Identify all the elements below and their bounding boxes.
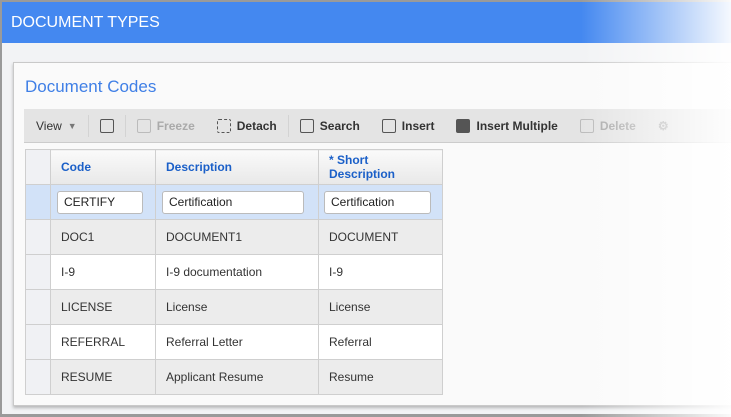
row-selector[interactable] — [25, 219, 51, 255]
table-row[interactable]: LICENSE License License — [25, 289, 443, 325]
cell-code: LICENSE — [50, 289, 156, 325]
filter-button[interactable] — [89, 109, 125, 142]
table-row[interactable]: REFERRAL Referral Letter Referral — [25, 324, 443, 360]
insert-button[interactable]: Insert — [371, 109, 446, 142]
cell-description: Applicant Resume — [155, 359, 319, 395]
search-icon — [299, 118, 314, 133]
table-row[interactable]: I-9 I-9 documentation I-9 — [25, 254, 443, 290]
cell-short-description: DOCUMENT — [318, 219, 443, 255]
column-header-short-description[interactable]: * Short Description — [318, 149, 443, 185]
page-header: DOCUMENT TYPES — [2, 2, 731, 43]
cell-description: I-9 documentation — [155, 254, 319, 290]
cell-short-description: Resume — [318, 359, 443, 395]
settings-button[interactable]: ⚙ — [647, 109, 680, 142]
delete-label: Delete — [599, 118, 636, 133]
detach-icon — [216, 118, 231, 133]
delete-button[interactable]: Delete — [569, 109, 647, 142]
search-label: Search — [319, 118, 360, 133]
cell-code: REFERRAL — [50, 324, 156, 360]
table-row[interactable]: DOC1 DOCUMENT1 DOCUMENT — [25, 219, 443, 255]
view-label: View — [36, 118, 62, 133]
freeze-label: Freeze — [156, 118, 195, 133]
row-selector[interactable] — [25, 324, 51, 360]
cell-short-description: License — [318, 289, 443, 325]
cell-code: DOC1 — [50, 219, 156, 255]
row-selector[interactable] — [25, 359, 51, 395]
insert-multiple-icon — [456, 118, 471, 133]
cell-short-description: I-9 — [318, 254, 443, 290]
code-input[interactable] — [57, 190, 143, 214]
page-title: DOCUMENT TYPES — [11, 14, 160, 31]
cell-description: License — [155, 289, 319, 325]
search-button[interactable]: Search — [289, 109, 371, 142]
document-codes-table: Code Description * Short Description DOC… — [25, 149, 443, 395]
insert-label: Insert — [401, 118, 435, 133]
freeze-icon — [136, 118, 151, 133]
cell-code: I-9 — [50, 254, 156, 290]
insert-multiple-label: Insert Multiple — [476, 118, 558, 133]
row-selector[interactable] — [25, 289, 51, 325]
short-description-input[interactable] — [324, 190, 431, 214]
column-header-code[interactable]: Code — [50, 149, 156, 185]
filter-icon — [99, 118, 114, 133]
delete-row-icon — [579, 118, 594, 133]
row-selector[interactable] — [25, 184, 51, 220]
insert-multiple-button[interactable]: Insert Multiple — [445, 109, 568, 142]
table-row[interactable]: RESUME Applicant Resume Resume — [25, 359, 443, 395]
detach-button[interactable]: Detach — [206, 109, 288, 142]
window: DOCUMENT TYPES Document Codes View ▼ Free… — [2, 2, 731, 414]
detach-label: Detach — [236, 118, 277, 133]
column-header-description[interactable]: Description — [155, 149, 319, 185]
row-selector[interactable] — [25, 254, 51, 290]
cell-code: RESUME — [50, 359, 156, 395]
cell-description: Referral Letter — [155, 324, 319, 360]
toolbar: View ▼ Freeze Detach Search Insert Insert… — [24, 109, 731, 143]
view-menu-button[interactable]: View ▼ — [24, 109, 88, 142]
document-codes-panel: Document Codes View ▼ Freeze Detach Searc… — [13, 62, 731, 406]
freeze-button[interactable]: Freeze — [126, 109, 206, 142]
description-input[interactable] — [162, 190, 304, 214]
panel-title: Document Codes — [25, 77, 157, 96]
chevron-down-icon: ▼ — [67, 120, 77, 131]
cell-description: DOCUMENT1 — [155, 219, 319, 255]
table-header-row: Code Description * Short Description — [25, 149, 443, 185]
cell-short-description: Referral — [318, 324, 443, 360]
insert-row-icon — [381, 118, 396, 133]
gear-icon: ⚙ — [657, 118, 669, 133]
table-row-editing[interactable] — [25, 184, 443, 220]
select-column-header — [25, 149, 51, 185]
